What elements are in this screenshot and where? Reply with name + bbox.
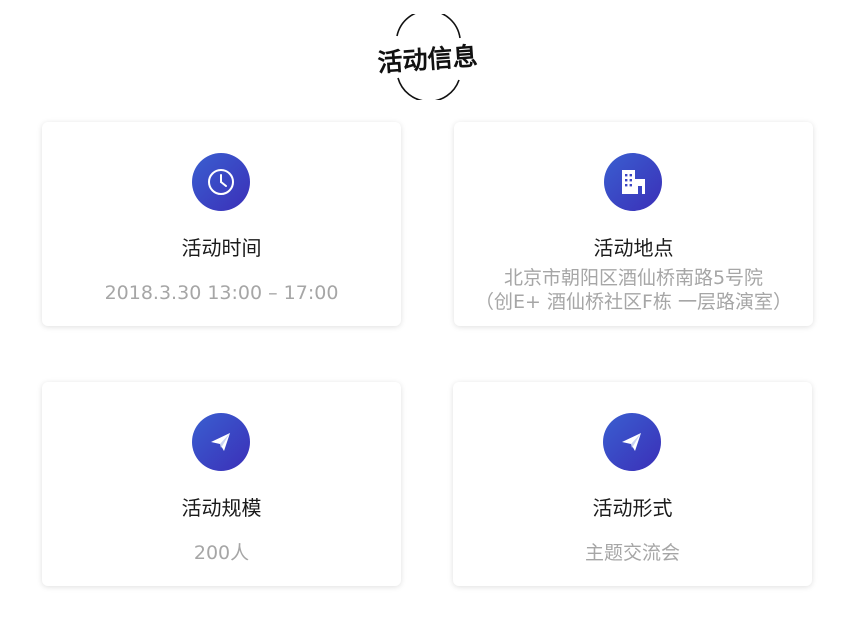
activity-location-card: 活动地点 北京市朝阳区酒仙桥南路5号院 （创E+ 酒仙桥社区F栋 一层路演室）	[454, 122, 813, 326]
building-icon	[604, 153, 662, 211]
paper-plane-icon	[603, 413, 661, 471]
activity-info-page: 活动信息 活动时间 2018.3.30 13:00 – 17:00 活动地点 北…	[0, 0, 850, 617]
activity-scale-card: 活动规模 200人	[42, 382, 401, 586]
activity-format-value: 主题交流会	[584, 542, 680, 564]
activity-location-address: 北京市朝阳区酒仙桥南路5号院	[503, 267, 764, 289]
activity-format-card: 活动形式 主题交流会	[453, 382, 812, 586]
activity-location-room: （创E+ 酒仙桥社区F栋 一层路演室）	[475, 291, 792, 313]
paper-plane-icon	[192, 413, 250, 471]
activity-location-value: 北京市朝阳区酒仙桥南路5号院 （创E+ 酒仙桥社区F栋 一层路演室）	[454, 266, 813, 314]
activity-time-card: 活动时间 2018.3.30 13:00 – 17:00	[42, 122, 401, 326]
activity-time-value: 2018.3.30 13:00 – 17:00	[104, 282, 339, 304]
activity-format-label: 活动形式	[592, 496, 673, 520]
activity-location-label: 活动地点	[593, 236, 674, 260]
section-header: 活动信息	[365, 14, 490, 100]
activity-scale-label: 活动规模	[181, 496, 262, 520]
activity-scale-value: 200人	[193, 542, 250, 564]
clock-icon	[192, 153, 250, 211]
activity-time-label: 活动时间	[181, 236, 262, 260]
